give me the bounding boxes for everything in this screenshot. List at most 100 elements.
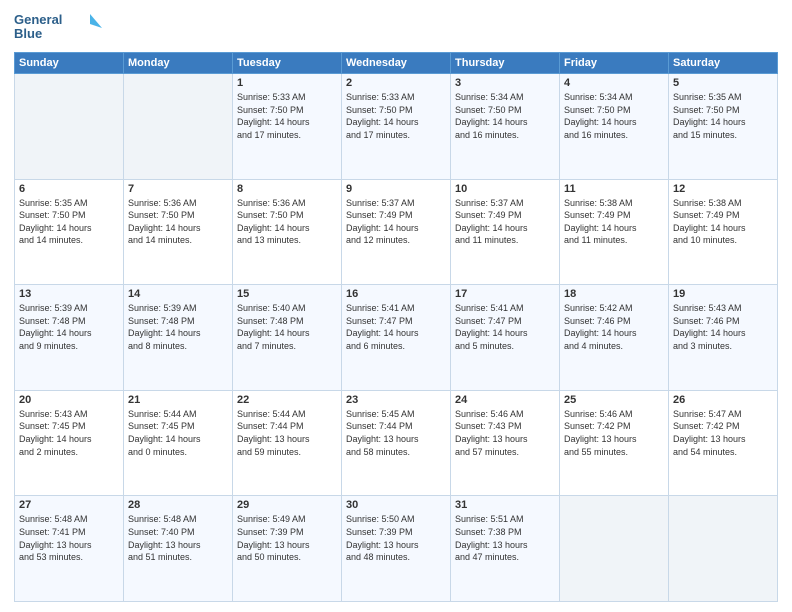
calendar-cell: 10 Sunrise: 5:37 AM Sunset: 7:49 PM Dayli… xyxy=(451,179,560,285)
day-number: 8 xyxy=(237,183,337,195)
weekday-header-thursday: Thursday xyxy=(451,53,560,74)
day-number: 24 xyxy=(455,394,555,406)
calendar-cell: 25Sunrise: 5:46 AM Sunset: 7:42 PM Dayli… xyxy=(560,390,669,496)
day-number: 9 xyxy=(346,183,446,195)
calendar-cell: 4 Sunrise: 5:34 AM Sunset: 7:50 PM Daylig… xyxy=(560,74,669,180)
day-number: 21 xyxy=(128,394,228,406)
day-number: 5 xyxy=(673,77,773,89)
calendar-cell: 19 Sunrise: 5:43 AM Sunset: 7:46 PM Dayli… xyxy=(669,285,778,391)
day-info: Sunrise: 5:37 AM Sunset: 7:49 PM Dayligh… xyxy=(346,197,446,247)
day-number: 14 xyxy=(128,288,228,300)
calendar-cell: 28Sunrise: 5:48 AM Sunset: 7:40 PM Dayli… xyxy=(124,496,233,602)
day-info: Sunrise: 5:43 AM Sunset: 7:45 PM Dayligh… xyxy=(19,408,119,458)
day-number: 19 xyxy=(673,288,773,300)
day-number: 31 xyxy=(455,499,555,511)
day-info: Sunrise: 5:40 AM Sunset: 7:48 PM Dayligh… xyxy=(237,302,337,352)
svg-text:General: General xyxy=(14,12,62,27)
day-number: 7 xyxy=(128,183,228,195)
day-number: 30 xyxy=(346,499,446,511)
header: General Blue xyxy=(14,10,778,46)
day-number: 15 xyxy=(237,288,337,300)
day-info: Sunrise: 5:42 AM Sunset: 7:46 PM Dayligh… xyxy=(564,302,664,352)
calendar-cell: 26 Sunrise: 5:47 AM Sunset: 7:42 PM Dayli… xyxy=(669,390,778,496)
day-number: 18 xyxy=(564,288,664,300)
week-row-3: 13 Sunrise: 5:39 AM Sunset: 7:48 PM Dayli… xyxy=(15,285,778,391)
week-row-2: 6Sunrise: 5:35 AM Sunset: 7:50 PM Daylig… xyxy=(15,179,778,285)
calendar-cell: 7 Sunrise: 5:36 AM Sunset: 7:50 PM Daylig… xyxy=(124,179,233,285)
calendar-cell xyxy=(669,496,778,602)
day-info: Sunrise: 5:34 AM Sunset: 7:50 PM Dayligh… xyxy=(564,91,664,141)
day-info: Sunrise: 5:35 AM Sunset: 7:50 PM Dayligh… xyxy=(673,91,773,141)
weekday-header-saturday: Saturday xyxy=(669,53,778,74)
day-info: Sunrise: 5:43 AM Sunset: 7:46 PM Dayligh… xyxy=(673,302,773,352)
logo: General Blue xyxy=(14,10,104,46)
calendar-cell: 20 Sunrise: 5:43 AM Sunset: 7:45 PM Dayli… xyxy=(15,390,124,496)
day-number: 13 xyxy=(19,288,119,300)
day-info: Sunrise: 5:36 AM Sunset: 7:50 PM Dayligh… xyxy=(237,197,337,247)
day-number: 4 xyxy=(564,77,664,89)
day-number: 12 xyxy=(673,183,773,195)
day-number: 10 xyxy=(455,183,555,195)
page: General Blue SundayMondayTuesdayWednesda… xyxy=(0,0,792,612)
day-info: Sunrise: 5:39 AM Sunset: 7:48 PM Dayligh… xyxy=(19,302,119,352)
day-number: 25 xyxy=(564,394,664,406)
calendar-cell: 15 Sunrise: 5:40 AM Sunset: 7:48 PM Dayli… xyxy=(233,285,342,391)
day-number: 23 xyxy=(346,394,446,406)
day-number: 17 xyxy=(455,288,555,300)
calendar-cell xyxy=(560,496,669,602)
day-info: Sunrise: 5:50 AM Sunset: 7:39 PM Dayligh… xyxy=(346,513,446,563)
day-number: 28 xyxy=(128,499,228,511)
day-number: 11 xyxy=(564,183,664,195)
calendar-cell: 9 Sunrise: 5:37 AM Sunset: 7:49 PM Daylig… xyxy=(342,179,451,285)
day-info: Sunrise: 5:38 AM Sunset: 7:49 PM Dayligh… xyxy=(564,197,664,247)
calendar-cell: 6Sunrise: 5:35 AM Sunset: 7:50 PM Daylig… xyxy=(15,179,124,285)
day-info: Sunrise: 5:34 AM Sunset: 7:50 PM Dayligh… xyxy=(455,91,555,141)
calendar-cell xyxy=(124,74,233,180)
calendar-cell: 30 Sunrise: 5:50 AM Sunset: 7:39 PM Dayli… xyxy=(342,496,451,602)
calendar-cell: 29Sunrise: 5:49 AM Sunset: 7:39 PM Dayli… xyxy=(233,496,342,602)
day-info: Sunrise: 5:48 AM Sunset: 7:41 PM Dayligh… xyxy=(19,513,119,563)
weekday-header-friday: Friday xyxy=(560,53,669,74)
day-info: Sunrise: 5:37 AM Sunset: 7:49 PM Dayligh… xyxy=(455,197,555,247)
calendar-cell: 13 Sunrise: 5:39 AM Sunset: 7:48 PM Dayli… xyxy=(15,285,124,391)
day-info: Sunrise: 5:44 AM Sunset: 7:45 PM Dayligh… xyxy=(128,408,228,458)
day-info: Sunrise: 5:41 AM Sunset: 7:47 PM Dayligh… xyxy=(455,302,555,352)
day-number: 20 xyxy=(19,394,119,406)
day-info: Sunrise: 5:36 AM Sunset: 7:50 PM Dayligh… xyxy=(128,197,228,247)
day-info: Sunrise: 5:41 AM Sunset: 7:47 PM Dayligh… xyxy=(346,302,446,352)
day-number: 26 xyxy=(673,394,773,406)
day-info: Sunrise: 5:51 AM Sunset: 7:38 PM Dayligh… xyxy=(455,513,555,563)
calendar-cell: 3Sunrise: 5:34 AM Sunset: 7:50 PM Daylig… xyxy=(451,74,560,180)
day-info: Sunrise: 5:47 AM Sunset: 7:42 PM Dayligh… xyxy=(673,408,773,458)
calendar-cell: 31 Sunrise: 5:51 AM Sunset: 7:38 PM Dayli… xyxy=(451,496,560,602)
week-row-1: 1Sunrise: 5:33 AM Sunset: 7:50 PM Daylig… xyxy=(15,74,778,180)
weekday-header-sunday: Sunday xyxy=(15,53,124,74)
calendar-cell: 23Sunrise: 5:45 AM Sunset: 7:44 PM Dayli… xyxy=(342,390,451,496)
calendar-cell: 1Sunrise: 5:33 AM Sunset: 7:50 PM Daylig… xyxy=(233,74,342,180)
week-row-4: 20 Sunrise: 5:43 AM Sunset: 7:45 PM Dayli… xyxy=(15,390,778,496)
calendar-cell: 12 Sunrise: 5:38 AM Sunset: 7:49 PM Dayli… xyxy=(669,179,778,285)
logo-svg: General Blue xyxy=(14,10,104,46)
calendar-cell: 21 Sunrise: 5:44 AM Sunset: 7:45 PM Dayli… xyxy=(124,390,233,496)
calendar-cell: 11 Sunrise: 5:38 AM Sunset: 7:49 PM Dayli… xyxy=(560,179,669,285)
svg-text:Blue: Blue xyxy=(14,26,42,41)
day-info: Sunrise: 5:49 AM Sunset: 7:39 PM Dayligh… xyxy=(237,513,337,563)
day-number: 16 xyxy=(346,288,446,300)
day-info: Sunrise: 5:35 AM Sunset: 7:50 PM Dayligh… xyxy=(19,197,119,247)
calendar-cell: 14 Sunrise: 5:39 AM Sunset: 7:48 PM Dayli… xyxy=(124,285,233,391)
day-info: Sunrise: 5:33 AM Sunset: 7:50 PM Dayligh… xyxy=(237,91,337,141)
weekday-header-monday: Monday xyxy=(124,53,233,74)
calendar-cell: 22Sunrise: 5:44 AM Sunset: 7:44 PM Dayli… xyxy=(233,390,342,496)
weekday-header-tuesday: Tuesday xyxy=(233,53,342,74)
calendar-cell: 18 Sunrise: 5:42 AM Sunset: 7:46 PM Dayli… xyxy=(560,285,669,391)
day-info: Sunrise: 5:39 AM Sunset: 7:48 PM Dayligh… xyxy=(128,302,228,352)
calendar-cell: 2Sunrise: 5:33 AM Sunset: 7:50 PM Daylig… xyxy=(342,74,451,180)
calendar-cell: 17 Sunrise: 5:41 AM Sunset: 7:47 PM Dayli… xyxy=(451,285,560,391)
day-info: Sunrise: 5:46 AM Sunset: 7:43 PM Dayligh… xyxy=(455,408,555,458)
calendar-cell: 27 Sunrise: 5:48 AM Sunset: 7:41 PM Dayli… xyxy=(15,496,124,602)
week-row-5: 27 Sunrise: 5:48 AM Sunset: 7:41 PM Dayli… xyxy=(15,496,778,602)
calendar-cell: 8 Sunrise: 5:36 AM Sunset: 7:50 PM Daylig… xyxy=(233,179,342,285)
calendar-cell: 16 Sunrise: 5:41 AM Sunset: 7:47 PM Dayli… xyxy=(342,285,451,391)
day-number: 27 xyxy=(19,499,119,511)
day-info: Sunrise: 5:38 AM Sunset: 7:49 PM Dayligh… xyxy=(673,197,773,247)
